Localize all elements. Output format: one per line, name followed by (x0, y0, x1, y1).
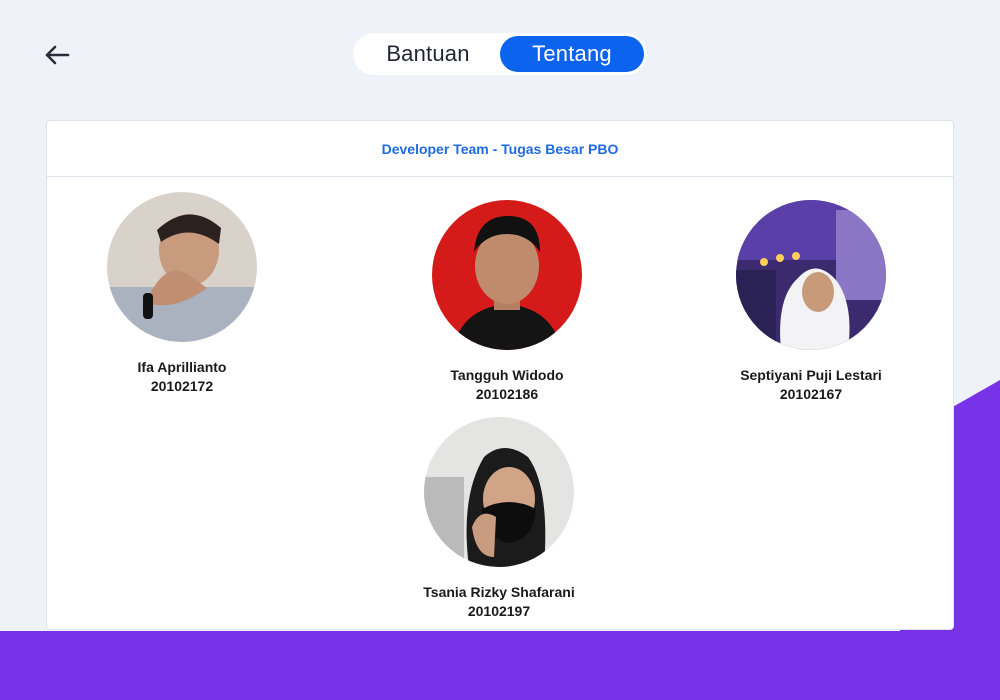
developer-team-card: Developer Team - Tugas Besar PBO Ifa Apr… (46, 120, 954, 630)
member-name: Tsania Rizky Shafarani (423, 584, 575, 600)
member-card: Tsania Rizky Shafarani 20102197 (369, 417, 629, 621)
member-name: Tangguh Widodo (450, 367, 564, 383)
back-button[interactable] (38, 36, 76, 74)
member-id: 20102197 (467, 603, 531, 619)
decorative-purple-band (0, 631, 1000, 700)
tab-tentang[interactable]: Tentang (500, 36, 644, 72)
avatar (736, 200, 886, 350)
back-arrow-icon (45, 45, 70, 65)
tab-switcher: Bantuan Tentang (353, 33, 647, 75)
member-id: 20102167 (779, 386, 843, 402)
member-id: 20102172 (150, 378, 214, 394)
avatar (107, 192, 257, 342)
tab-bantuan[interactable]: Bantuan (356, 36, 500, 72)
avatar (432, 200, 582, 350)
member-card: Ifa Aprillianto 20102172 (52, 192, 312, 396)
member-name: Ifa Aprillianto (137, 359, 227, 375)
member-card: Septiyani Puji Lestari 20102167 (681, 200, 941, 404)
member-name: Septiyani Puji Lestari (740, 367, 882, 383)
avatar (424, 417, 574, 567)
member-id: 20102186 (475, 386, 539, 402)
card-title: Developer Team - Tugas Besar PBO (47, 121, 953, 177)
member-card: Tangguh Widodo 20102186 (377, 200, 637, 404)
